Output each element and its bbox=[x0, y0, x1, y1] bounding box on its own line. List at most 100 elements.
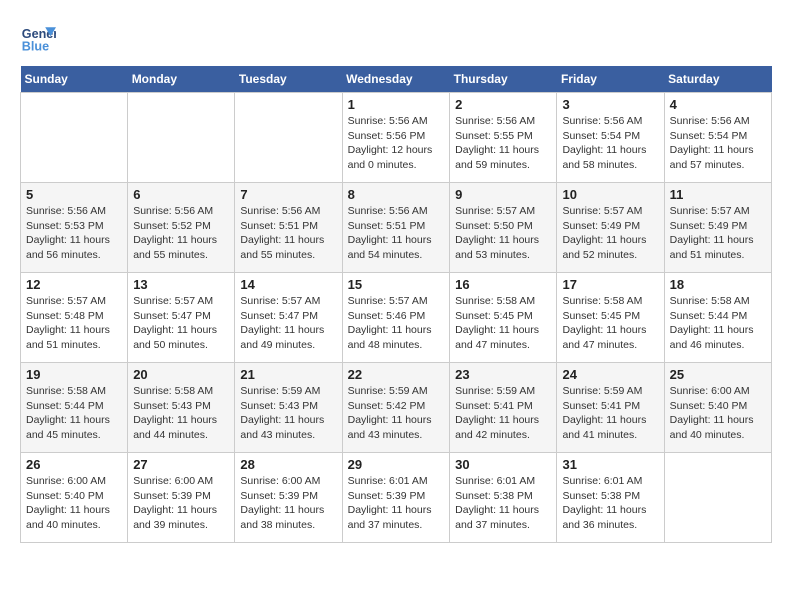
weekday-header: Saturday bbox=[664, 66, 771, 93]
day-number: 25 bbox=[670, 367, 766, 382]
weekday-header: Wednesday bbox=[342, 66, 450, 93]
day-number: 1 bbox=[348, 97, 445, 112]
day-number: 12 bbox=[26, 277, 122, 292]
day-info: Sunrise: 5:58 AMSunset: 5:44 PMDaylight:… bbox=[670, 294, 766, 353]
day-info: Sunrise: 5:59 AMSunset: 5:41 PMDaylight:… bbox=[455, 384, 551, 443]
weekday-header: Sunday bbox=[21, 66, 128, 93]
day-info: Sunrise: 5:56 AMSunset: 5:55 PMDaylight:… bbox=[455, 114, 551, 173]
day-info: Sunrise: 5:56 AMSunset: 5:56 PMDaylight:… bbox=[348, 114, 445, 173]
calendar-cell: 15 Sunrise: 5:57 AMSunset: 5:46 PMDayligh… bbox=[342, 273, 450, 363]
calendar-cell: 14Sunrise: 5:57 AMSunset: 5:47 PMDayligh… bbox=[235, 273, 342, 363]
day-number: 23 bbox=[455, 367, 551, 382]
day-info: Sunrise: 5:58 AMSunset: 5:43 PMDaylight:… bbox=[133, 384, 229, 443]
weekday-header: Thursday bbox=[450, 66, 557, 93]
weekday-header-row: SundayMondayTuesdayWednesdayThursdayFrid… bbox=[21, 66, 772, 93]
calendar-cell: 13 Sunrise: 5:57 AMSunset: 5:47 PMDayligh… bbox=[128, 273, 235, 363]
calendar-cell: 30 Sunrise: 6:01 AMSunset: 5:38 PMDayligh… bbox=[450, 453, 557, 543]
day-number: 19 bbox=[26, 367, 122, 382]
calendar-cell: 6Sunrise: 5:56 AMSunset: 5:52 PMDaylight… bbox=[128, 183, 235, 273]
day-number: 20 bbox=[133, 367, 229, 382]
calendar-cell: 18 Sunrise: 5:58 AMSunset: 5:44 PMDayligh… bbox=[664, 273, 771, 363]
calendar-cell: 10 Sunrise: 5:57 AMSunset: 5:49 PMDayligh… bbox=[557, 183, 664, 273]
calendar-cell: 22 Sunrise: 5:59 AMSunset: 5:42 PMDayligh… bbox=[342, 363, 450, 453]
day-number: 5 bbox=[26, 187, 122, 202]
day-number: 21 bbox=[240, 367, 336, 382]
day-info: Sunrise: 5:59 AMSunset: 5:41 PMDaylight:… bbox=[562, 384, 658, 443]
calendar-cell bbox=[21, 93, 128, 183]
calendar-cell: 19 Sunrise: 5:58 AMSunset: 5:44 PMDayligh… bbox=[21, 363, 128, 453]
calendar-week-row: 12 Sunrise: 5:57 AMSunset: 5:48 PMDayligh… bbox=[21, 273, 772, 363]
day-number: 6 bbox=[133, 187, 229, 202]
day-number: 3 bbox=[562, 97, 658, 112]
day-number: 18 bbox=[670, 277, 766, 292]
calendar-cell: 29 Sunrise: 6:01 AMSunset: 5:39 PMDayligh… bbox=[342, 453, 450, 543]
day-info: Sunrise: 5:56 AMSunset: 5:51 PMDaylight:… bbox=[348, 204, 445, 263]
day-info: Sunrise: 6:00 AMSunset: 5:40 PMDaylight:… bbox=[26, 474, 122, 533]
day-number: 7 bbox=[240, 187, 336, 202]
day-info: Sunrise: 6:01 AMSunset: 5:38 PMDaylight:… bbox=[562, 474, 658, 533]
weekday-header: Tuesday bbox=[235, 66, 342, 93]
calendar-week-row: 1 Sunrise: 5:56 AMSunset: 5:56 PMDaylight… bbox=[21, 93, 772, 183]
calendar-cell: 21 Sunrise: 5:59 AMSunset: 5:43 PMDayligh… bbox=[235, 363, 342, 453]
calendar-cell: 26Sunrise: 6:00 AMSunset: 5:40 PMDayligh… bbox=[21, 453, 128, 543]
day-number: 13 bbox=[133, 277, 229, 292]
day-number: 9 bbox=[455, 187, 551, 202]
calendar-cell: 24 Sunrise: 5:59 AMSunset: 5:41 PMDayligh… bbox=[557, 363, 664, 453]
calendar-cell bbox=[664, 453, 771, 543]
calendar-cell bbox=[128, 93, 235, 183]
svg-text:Blue: Blue bbox=[22, 40, 49, 54]
page-header: General Blue bbox=[20, 20, 772, 56]
calendar-cell: 25 Sunrise: 6:00 AMSunset: 5:40 PMDayligh… bbox=[664, 363, 771, 453]
calendar-week-row: 19 Sunrise: 5:58 AMSunset: 5:44 PMDayligh… bbox=[21, 363, 772, 453]
day-info: Sunrise: 5:56 AMSunset: 5:53 PMDaylight:… bbox=[26, 204, 122, 263]
day-number: 27 bbox=[133, 457, 229, 472]
day-info: Sunrise: 5:57 AMSunset: 5:49 PMDaylight:… bbox=[562, 204, 658, 263]
day-number: 30 bbox=[455, 457, 551, 472]
day-info: Sunrise: 5:57 AMSunset: 5:49 PMDaylight:… bbox=[670, 204, 766, 263]
calendar-cell: 16Sunrise: 5:58 AMSunset: 5:45 PMDayligh… bbox=[450, 273, 557, 363]
calendar-cell: 1 Sunrise: 5:56 AMSunset: 5:56 PMDaylight… bbox=[342, 93, 450, 183]
day-info: Sunrise: 6:01 AMSunset: 5:38 PMDaylight:… bbox=[455, 474, 551, 533]
day-number: 11 bbox=[670, 187, 766, 202]
logo: General Blue bbox=[20, 20, 60, 56]
calendar-cell: 12 Sunrise: 5:57 AMSunset: 5:48 PMDayligh… bbox=[21, 273, 128, 363]
calendar-cell: 2 Sunrise: 5:56 AMSunset: 5:55 PMDaylight… bbox=[450, 93, 557, 183]
calendar-cell: 11 Sunrise: 5:57 AMSunset: 5:49 PMDayligh… bbox=[664, 183, 771, 273]
day-number: 2 bbox=[455, 97, 551, 112]
day-info: Sunrise: 6:00 AMSunset: 5:39 PMDaylight:… bbox=[133, 474, 229, 533]
day-info: Sunrise: 5:59 AMSunset: 5:43 PMDaylight:… bbox=[240, 384, 336, 443]
logo-icon: General Blue bbox=[20, 20, 56, 56]
calendar-cell: 8Sunrise: 5:56 AMSunset: 5:51 PMDaylight… bbox=[342, 183, 450, 273]
day-info: Sunrise: 6:01 AMSunset: 5:39 PMDaylight:… bbox=[348, 474, 445, 533]
calendar-cell: 20 Sunrise: 5:58 AMSunset: 5:43 PMDayligh… bbox=[128, 363, 235, 453]
day-info: Sunrise: 5:57 AMSunset: 5:46 PMDaylight:… bbox=[348, 294, 445, 353]
day-number: 10 bbox=[562, 187, 658, 202]
day-number: 15 bbox=[348, 277, 445, 292]
day-info: Sunrise: 5:56 AMSunset: 5:51 PMDaylight:… bbox=[240, 204, 336, 263]
day-info: Sunrise: 6:00 AMSunset: 5:39 PMDaylight:… bbox=[240, 474, 336, 533]
day-number: 17 bbox=[562, 277, 658, 292]
calendar-cell: 27 Sunrise: 6:00 AMSunset: 5:39 PMDayligh… bbox=[128, 453, 235, 543]
day-info: Sunrise: 5:58 AMSunset: 5:45 PMDaylight:… bbox=[455, 294, 551, 353]
day-info: Sunrise: 5:58 AMSunset: 5:44 PMDaylight:… bbox=[26, 384, 122, 443]
day-info: Sunrise: 5:57 AMSunset: 5:48 PMDaylight:… bbox=[26, 294, 122, 353]
day-number: 28 bbox=[240, 457, 336, 472]
calendar-cell: 9Sunrise: 5:57 AMSunset: 5:50 PMDaylight… bbox=[450, 183, 557, 273]
day-number: 31 bbox=[562, 457, 658, 472]
day-number: 24 bbox=[562, 367, 658, 382]
day-info: Sunrise: 5:57 AMSunset: 5:47 PMDaylight:… bbox=[133, 294, 229, 353]
calendar-cell: 3 Sunrise: 5:56 AMSunset: 5:54 PMDaylight… bbox=[557, 93, 664, 183]
calendar-cell: 4Sunrise: 5:56 AMSunset: 5:54 PMDaylight… bbox=[664, 93, 771, 183]
weekday-header: Monday bbox=[128, 66, 235, 93]
calendar-cell: 31 Sunrise: 6:01 AMSunset: 5:38 PMDayligh… bbox=[557, 453, 664, 543]
day-info: Sunrise: 6:00 AMSunset: 5:40 PMDaylight:… bbox=[670, 384, 766, 443]
day-info: Sunrise: 5:56 AMSunset: 5:54 PMDaylight:… bbox=[562, 114, 658, 173]
calendar: SundayMondayTuesdayWednesdayThursdayFrid… bbox=[20, 66, 772, 543]
day-number: 22 bbox=[348, 367, 445, 382]
calendar-cell: 28 Sunrise: 6:00 AMSunset: 5:39 PMDayligh… bbox=[235, 453, 342, 543]
calendar-week-row: 5 Sunrise: 5:56 AMSunset: 5:53 PMDaylight… bbox=[21, 183, 772, 273]
day-number: 29 bbox=[348, 457, 445, 472]
weekday-header: Friday bbox=[557, 66, 664, 93]
calendar-cell: 5 Sunrise: 5:56 AMSunset: 5:53 PMDaylight… bbox=[21, 183, 128, 273]
day-info: Sunrise: 5:59 AMSunset: 5:42 PMDaylight:… bbox=[348, 384, 445, 443]
